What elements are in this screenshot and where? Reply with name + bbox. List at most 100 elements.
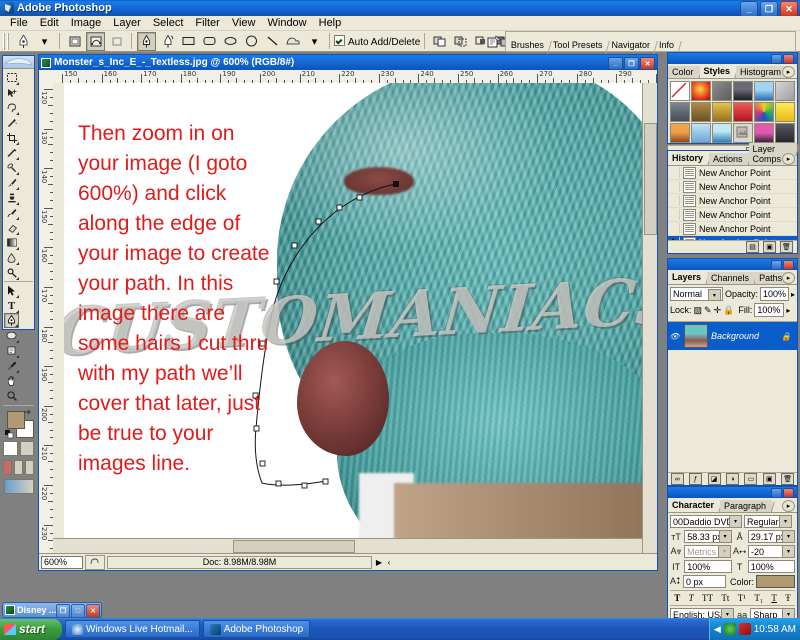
magic-wand-tool-icon[interactable]: [4, 115, 19, 130]
style-swatch[interactable]: [712, 81, 732, 101]
hand-tool-icon[interactable]: [4, 373, 19, 388]
lock-image-pixels-icon[interactable]: ✎: [704, 305, 712, 316]
antivirus-icon[interactable]: [723, 623, 736, 635]
clone-stamp-tool-icon[interactable]: [4, 190, 19, 205]
blend-mode-dropdown[interactable]: Normal ▾: [670, 287, 723, 301]
history-palette-menu-icon[interactable]: ▸: [782, 153, 795, 165]
jump-to-imageready-button[interactable]: [3, 479, 34, 494]
history-brush-tool-icon[interactable]: [4, 205, 19, 220]
style-swatch[interactable]: [754, 81, 774, 101]
fill-field[interactable]: 100%: [754, 303, 785, 317]
style-swatch[interactable]: [691, 102, 711, 122]
tab-styles[interactable]: Styles: [699, 65, 737, 78]
full-screen-menubar-mode-button[interactable]: [14, 460, 23, 475]
kerning-field[interactable]: Metrics ▾: [684, 545, 732, 558]
style-swatch[interactable]: [775, 102, 795, 122]
auto-add-delete-option[interactable]: Auto Add/Delete: [334, 34, 420, 48]
slice-tool-icon[interactable]: [4, 145, 19, 160]
notes-tool-icon[interactable]: [4, 343, 19, 358]
history-item[interactable]: New Anchor Point: [668, 208, 797, 222]
menu-item-layer[interactable]: Layer: [107, 16, 147, 30]
zoom-level-field[interactable]: 600%: [41, 555, 83, 569]
style-swatch[interactable]: [712, 123, 732, 143]
history-snapshot-box[interactable]: [668, 223, 680, 234]
menu-item-filter[interactable]: Filter: [189, 16, 225, 30]
layers-palette-minimize-button[interactable]: [771, 260, 782, 270]
style-swatch[interactable]: [775, 123, 795, 143]
menu-item-view[interactable]: View: [226, 16, 262, 30]
history-list[interactable]: New Anchor Point New Anchor Point New An…: [668, 166, 797, 250]
rounded-rectangle-tool-button[interactable]: [200, 32, 219, 51]
quick-mask-mode-button[interactable]: [19, 441, 34, 456]
minimized-close-button[interactable]: ✕: [86, 604, 100, 618]
tab-color[interactable]: Color: [668, 66, 700, 78]
tab-history[interactable]: History: [668, 152, 710, 165]
style-swatch[interactable]: [691, 81, 711, 101]
full-screen-mode-button[interactable]: [25, 460, 34, 475]
opacity-stepper-icon[interactable]: ▸: [791, 290, 795, 299]
ellipse-tool-button[interactable]: [221, 32, 240, 51]
history-snapshot-box[interactable]: [668, 209, 680, 220]
document-close-button[interactable]: ✕: [640, 57, 655, 70]
chevron-down-icon[interactable]: ▾: [779, 516, 791, 527]
character-palette-close-button[interactable]: [783, 488, 794, 498]
blur-tool-icon[interactable]: [4, 250, 19, 265]
underline-button[interactable]: T: [771, 593, 777, 603]
standard-screen-mode-button[interactable]: [3, 460, 12, 475]
pen-tool-preset-icon[interactable]: [14, 32, 33, 51]
adjustment-layer-icon[interactable]: ◑: [725, 473, 739, 485]
crop-tool-icon[interactable]: [4, 130, 19, 145]
tab-histogram[interactable]: Histogram: [736, 66, 788, 78]
horizontal-scale-field[interactable]: 100%: [747, 560, 795, 573]
new-document-icon[interactable]: ▤: [746, 241, 759, 253]
shape-layers-button[interactable]: [65, 32, 84, 51]
restore-button[interactable]: ❐: [760, 1, 778, 17]
styles-palette-menu-icon[interactable]: ▸: [782, 66, 795, 78]
lasso-tool-icon[interactable]: [4, 100, 19, 115]
well-tab-brushes[interactable]: Brushes: [508, 39, 550, 51]
style-swatch[interactable]: [733, 123, 753, 143]
standard-mask-mode-button[interactable]: [3, 441, 18, 456]
tab-paragraph[interactable]: Paragraph: [720, 500, 773, 512]
kaspersky-icon[interactable]: [738, 623, 751, 635]
baseline-shift-field[interactable]: 0 px: [682, 575, 726, 588]
font-style-dropdown[interactable]: Regular ▾: [744, 515, 792, 528]
opacity-field[interactable]: 100%: [759, 287, 789, 301]
horizontal-scroll-thumb[interactable]: [233, 540, 355, 553]
chevron-down-icon[interactable]: ▾: [782, 546, 794, 557]
tab-character[interactable]: Character: [668, 499, 721, 512]
delete-layer-icon[interactable]: 🗑: [781, 473, 795, 485]
history-item[interactable]: New Anchor Point: [668, 180, 797, 194]
menu-item-help[interactable]: Help: [313, 16, 348, 30]
palette-well-icon[interactable]: [485, 32, 504, 51]
toolbox-drag-handle[interactable]: [3, 56, 34, 69]
shape-tool-icon[interactable]: [4, 328, 19, 343]
taskbar-item-hotmail[interactable]: Windows Live Hotmail...: [65, 620, 200, 638]
document-minimize-button[interactable]: _: [608, 57, 623, 70]
layer-row-background[interactable]: 👁 Background 🔒: [668, 322, 797, 350]
leading-field[interactable]: 29.17 px ▾: [747, 530, 795, 543]
menu-item-window[interactable]: Window: [262, 16, 313, 30]
image-content[interactable]: CUSTOMANIACS.ORG Then zoom in on your im…: [64, 83, 657, 553]
tab-layers[interactable]: Layers: [668, 271, 708, 284]
fill-stepper-icon[interactable]: ▸: [786, 306, 790, 315]
pen-tool-icon[interactable]: [4, 313, 19, 328]
vertical-scrollbar[interactable]: [642, 83, 657, 553]
character-palette-title-bar[interactable]: [668, 487, 797, 498]
delete-state-icon[interactable]: 🗑: [780, 241, 793, 253]
taskbar-item-photoshop[interactable]: Adobe Photoshop: [202, 620, 311, 638]
default-colors-icon[interactable]: [5, 430, 14, 439]
tab-actions[interactable]: Actions: [709, 153, 749, 165]
vertical-scroll-thumb[interactable]: [644, 123, 657, 235]
styles-palette-title-bar[interactable]: [668, 53, 797, 64]
close-button[interactable]: ✕: [780, 1, 798, 17]
options-bar-grip[interactable]: [3, 32, 10, 50]
well-tab-tool-presets[interactable]: Tool Presets: [550, 39, 609, 51]
fill-pixels-button[interactable]: [107, 32, 126, 51]
layers-list[interactable]: 👁 Background 🔒: [668, 321, 797, 350]
layer-style-icon[interactable]: ƒ: [689, 473, 703, 485]
layer-mask-icon[interactable]: ◪: [707, 473, 721, 485]
swap-colors-icon[interactable]: [23, 409, 32, 418]
options-preset-dropdown[interactable]: ▾: [35, 32, 54, 51]
lock-transparent-pixels-icon[interactable]: ▨: [694, 305, 703, 316]
